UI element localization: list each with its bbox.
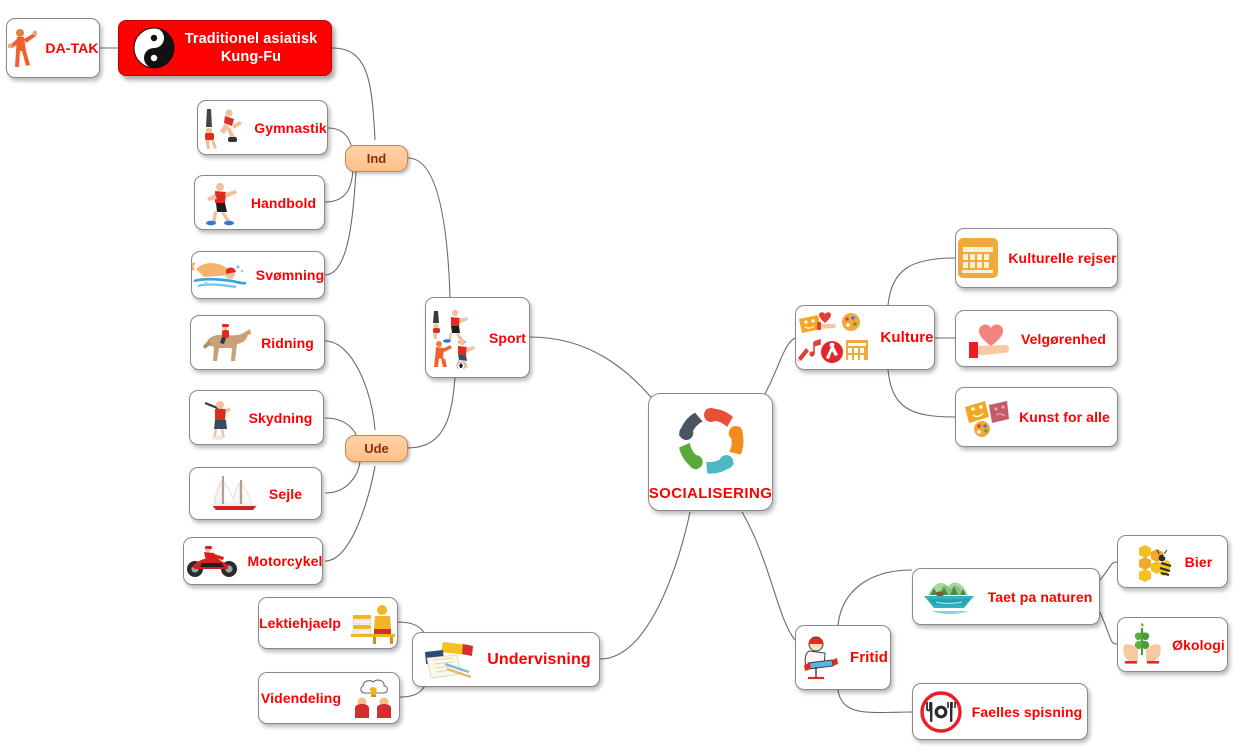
root-line-1: Traditionel asiatisk [184, 30, 318, 47]
person-relaxing-icon [798, 633, 842, 683]
node-label: Gymnastik [254, 119, 327, 136]
restaurant-sign-icon [918, 690, 964, 734]
sport-athletes-icon [429, 307, 481, 369]
node-videndeling[interactable]: Videndeling [258, 672, 400, 724]
horse-riding-icon [201, 320, 253, 366]
node-faelles-spisning[interactable]: Faelles spisning [912, 683, 1088, 740]
node-skydning[interactable]: Skydning [189, 390, 324, 445]
node-label: Skydning [248, 409, 313, 426]
node-kulture[interactable]: Kulture [795, 305, 935, 370]
node-velgorenhed[interactable]: Velgørenhed [955, 310, 1118, 367]
node-fritid[interactable]: Fritid [795, 625, 891, 690]
node-label: Traditionel asiatisk Kung-Fu [185, 30, 318, 66]
node-okologi[interactable]: Økologi [1117, 617, 1228, 672]
root-line-2: Kung-Fu [220, 49, 282, 65]
people-circle-icon [668, 403, 754, 483]
motorcycle-icon [184, 543, 240, 579]
knowledge-sharing-icon [349, 676, 397, 720]
books-notebook-icon [421, 638, 479, 682]
node-sport[interactable]: Sport [425, 297, 530, 378]
node-lektiehjaelp[interactable]: Lektiehjaelp [258, 597, 398, 649]
node-label: Taet pa naturen [987, 588, 1093, 605]
node-kunst-for-alle[interactable]: Kunst for alle [955, 387, 1118, 447]
mindmap-canvas: DA-TAK Traditionel asiatisk Kung-Fu Ind [0, 0, 1244, 754]
node-center-socialisering[interactable]: SOCIALISERING [648, 393, 773, 511]
node-handbold[interactable]: Handbold [194, 175, 325, 230]
node-label: Handbold [250, 194, 317, 211]
node-label: Faelles spisning [971, 703, 1083, 720]
kungfu-person-icon [7, 27, 38, 69]
nature-lake-icon [920, 575, 980, 619]
connector-ude[interactable]: Ude [345, 435, 408, 462]
connector-label: Ind [366, 151, 387, 166]
culture-collage-icon [796, 310, 872, 366]
node-label: Kulture [880, 329, 934, 346]
node-label: SOCIALISERING [648, 484, 773, 502]
node-label: Sejle [268, 485, 303, 502]
colosseum-icon [956, 236, 1000, 280]
node-taet-pa-naturen[interactable]: Taet pa naturen [912, 568, 1100, 625]
swimmer-icon [191, 257, 248, 293]
edge-layer [100, 47, 1118, 714]
node-label: Kulturelle rejser [1008, 250, 1117, 266]
node-label: Lektiehjaelp [258, 615, 342, 631]
gymnast-icon [198, 105, 246, 151]
node-label: Svømning [255, 267, 325, 283]
node-label: Ridning [261, 334, 314, 351]
handball-player-icon [203, 180, 243, 226]
yin-yang-icon [133, 27, 175, 69]
connector-ind[interactable]: Ind [345, 145, 408, 172]
connector-label: Ude [364, 441, 389, 456]
node-da-tak[interactable]: DA-TAK [6, 18, 100, 78]
tutor-books-icon [349, 601, 397, 645]
node-gymnastik[interactable]: Gymnastik [197, 100, 328, 155]
node-label: Velgørenhed [1020, 330, 1107, 347]
node-label: Økologi [1172, 636, 1225, 653]
node-svomning[interactable]: Svømning [191, 251, 325, 299]
node-bier[interactable]: Bier [1117, 535, 1228, 588]
heart-in-hand-icon [967, 318, 1013, 360]
node-label: Kunst for alle [1019, 409, 1110, 425]
node-label: Fritid [849, 649, 889, 666]
node-label: DA-TAK [45, 40, 99, 56]
shooting-icon [201, 395, 241, 441]
node-label: Bier [1184, 553, 1213, 570]
sailboat-icon [209, 472, 261, 516]
node-label: Videndeling [260, 690, 342, 706]
node-label: Undervisning [487, 650, 591, 668]
node-ridning[interactable]: Ridning [190, 315, 325, 370]
plant-in-hands-icon [1120, 622, 1164, 667]
node-undervisning[interactable]: Undervisning [412, 632, 600, 687]
node-kulturelle-rejser[interactable]: Kulturelle rejser [955, 228, 1118, 288]
node-label: Sport [488, 329, 527, 346]
theatre-masks-palette-icon [963, 395, 1011, 439]
node-motorcykel[interactable]: Motorcykel [183, 537, 323, 585]
node-label: Motorcykel [247, 553, 323, 569]
node-sejle[interactable]: Sejle [189, 467, 322, 520]
bee-honeycomb-icon [1133, 542, 1177, 582]
node-kung-fu-root[interactable]: Traditionel asiatisk Kung-Fu [118, 20, 332, 76]
